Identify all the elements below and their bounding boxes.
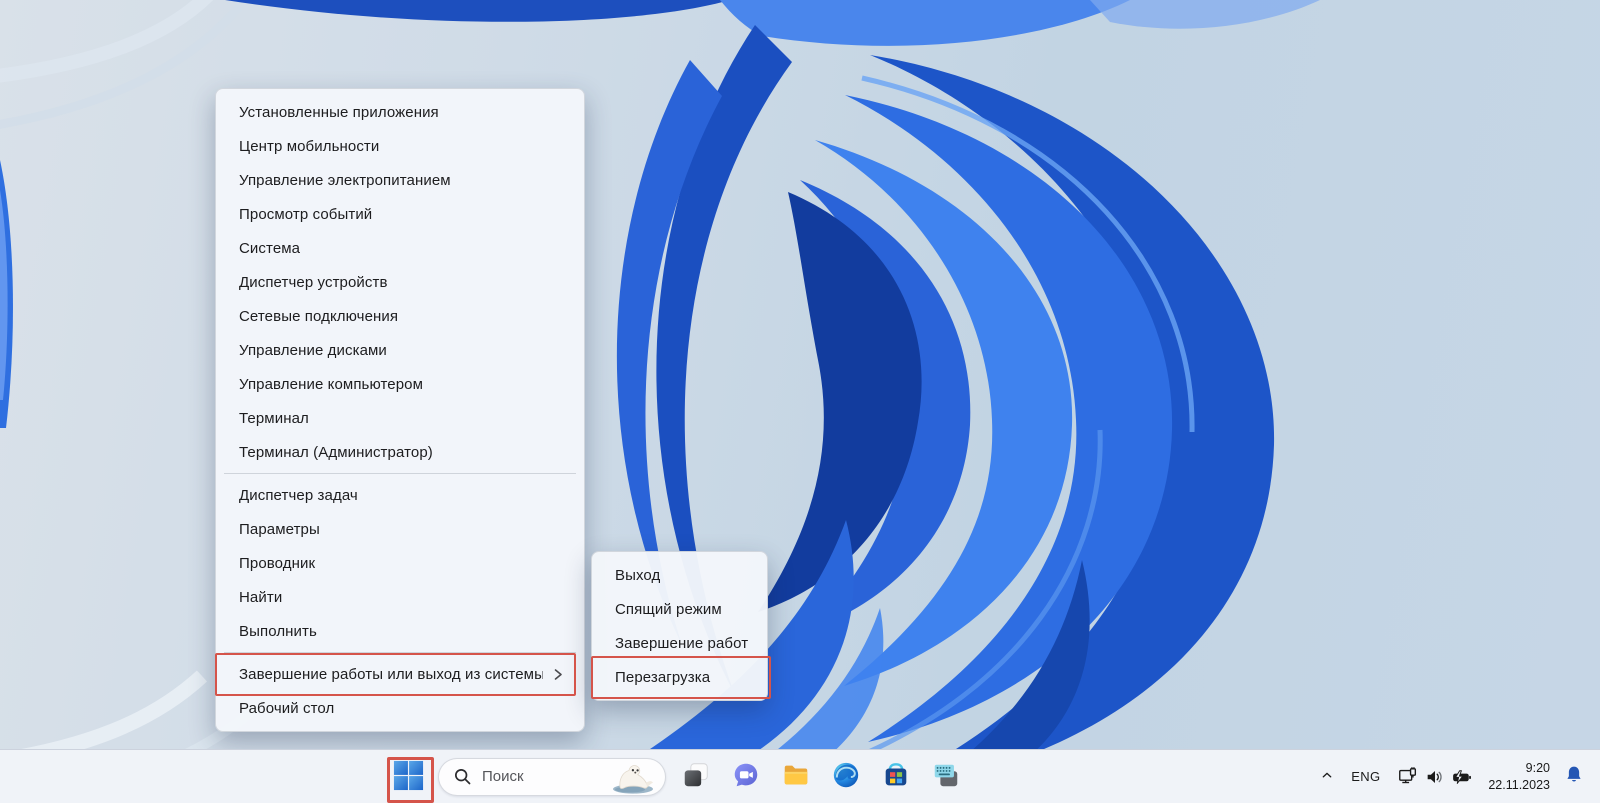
menu-separator: [224, 652, 576, 653]
menu-item-label: Диспетчер устройств: [239, 274, 565, 291]
power-submenu: Выход Спящий режим Завершение работы Переза…: [591, 551, 768, 701]
tray-chevron-up-button[interactable]: [1313, 758, 1341, 796]
taskbar-keyboard-button[interactable]: [926, 757, 966, 797]
menu-item-label: Найти: [239, 589, 565, 606]
menu-item-label: Центр мобильности: [239, 138, 565, 155]
menu-item-label: Терминал: [239, 410, 565, 427]
menu-item[interactable]: Просмотр событий: [221, 197, 579, 231]
taskbar-store-button[interactable]: [876, 757, 916, 797]
keyboard-icon: [931, 760, 961, 793]
submenu-item-label: Перезагрузка: [615, 669, 748, 686]
menu-item-label: Система: [239, 240, 565, 257]
submenu-item[interactable]: Спящий режим: [597, 592, 762, 626]
menu-separator: [224, 473, 576, 474]
search-box[interactable]: Поиск: [438, 758, 666, 796]
chevron-right-icon: [551, 667, 565, 682]
menu-item[interactable]: Центр мобильности: [221, 129, 579, 163]
menu-item[interactable]: Управление электропитанием: [221, 163, 579, 197]
taskbar-task-view-button[interactable]: [676, 757, 716, 797]
menu-item[interactable]: Параметры: [221, 512, 579, 546]
clock-date: 22.11.2023: [1488, 777, 1550, 793]
taskbar-edge-button[interactable]: [826, 757, 866, 797]
file-explorer-icon: [781, 760, 811, 793]
search-placeholder: Поиск: [482, 768, 597, 785]
menu-item[interactable]: Найти: [221, 580, 579, 614]
submenu-item[interactable]: Выход: [597, 558, 762, 592]
menu-item[interactable]: Управление дисками: [221, 333, 579, 367]
menu-item-label: Рабочий стол: [239, 700, 565, 717]
menu-item[interactable]: Установленные приложения: [221, 95, 579, 129]
menu-item[interactable]: Управление компьютером: [221, 367, 579, 401]
menu-item[interactable]: Система: [221, 231, 579, 265]
winx-menu: Установленные приложения Центр мобильност…: [215, 88, 585, 732]
seal-illustration-icon: [607, 759, 659, 795]
menu-item-label: Управление дисками: [239, 342, 565, 359]
menu-item-label: Просмотр событий: [239, 206, 565, 223]
clock[interactable]: 9:20 22.11.2023: [1480, 758, 1558, 796]
system-tray: ENG 9:20 22.11.2023: [1313, 750, 1590, 803]
menu-item-label: Проводник: [239, 555, 565, 572]
submenu-item-label: Выход: [615, 567, 748, 584]
menu-item[interactable]: Терминал: [221, 401, 579, 435]
power-submenu-list: Выход Спящий режим Завершение работы Переза…: [597, 558, 762, 694]
menu-item-label: Терминал (Администратор): [239, 444, 565, 461]
menu-item[interactable]: Диспетчер устройств: [221, 265, 579, 299]
battery-charging-icon: [1451, 766, 1473, 788]
menu-item[interactable]: Диспетчер задач: [221, 478, 579, 512]
menu-item[interactable]: Проводник: [221, 546, 579, 580]
menu-item-label: Параметры: [239, 521, 565, 538]
submenu-item-label: Спящий режим: [615, 601, 748, 618]
menu-item-label: Управление электропитанием: [239, 172, 565, 189]
menu-item-shutdown-or-signout[interactable]: Завершение работы или выход из системы: [221, 657, 579, 691]
menu-item-label: Сетевые подключения: [239, 308, 565, 325]
store-icon: [881, 760, 911, 793]
taskbar-app-icons: [676, 757, 966, 797]
taskbar-chat-button[interactable]: [726, 757, 766, 797]
windows-logo-icon: [392, 759, 425, 795]
taskbar: Поиск ENG 9:20 22.11.2023: [0, 749, 1600, 803]
menu-item-label: Диспетчер задач: [239, 487, 565, 504]
menu-item-label: Управление компьютером: [239, 376, 565, 393]
submenu-item[interactable]: Завершение работы: [597, 626, 762, 660]
network-icon: [1397, 766, 1419, 788]
edge-icon: [831, 760, 861, 793]
start-button[interactable]: [388, 757, 428, 797]
menu-item-label: Выполнить: [239, 623, 565, 640]
chat-icon: [731, 760, 761, 793]
winx-menu-list: Установленные приложения Центр мобильност…: [221, 95, 579, 725]
menu-item[interactable]: Рабочий стол: [221, 691, 579, 725]
task-view-icon: [681, 760, 711, 793]
menu-item[interactable]: Сетевые подключения: [221, 299, 579, 333]
search-icon: [453, 767, 472, 786]
menu-item-label: Установленные приложения: [239, 104, 565, 121]
taskbar-center-cluster: Поиск: [388, 750, 966, 803]
notifications-button[interactable]: [1558, 758, 1590, 796]
menu-item[interactable]: Терминал (Администратор): [221, 435, 579, 469]
language-indicator[interactable]: ENG: [1341, 758, 1390, 796]
clock-time: 9:20: [1526, 760, 1550, 776]
submenu-item-label: Завершение работы: [615, 635, 748, 652]
notification-bell-icon: [1563, 764, 1585, 789]
volume-icon: [1424, 766, 1446, 788]
menu-item-label: Завершение работы или выход из системы: [239, 666, 543, 683]
taskbar-file-explorer-button[interactable]: [776, 757, 816, 797]
tray-status-icons[interactable]: [1390, 758, 1480, 796]
chevron-up-icon: [1318, 766, 1336, 787]
desktop: Установленные приложения Центр мобильност…: [0, 0, 1600, 803]
menu-item[interactable]: Выполнить: [221, 614, 579, 648]
submenu-item-restart[interactable]: Перезагрузка: [597, 660, 762, 694]
